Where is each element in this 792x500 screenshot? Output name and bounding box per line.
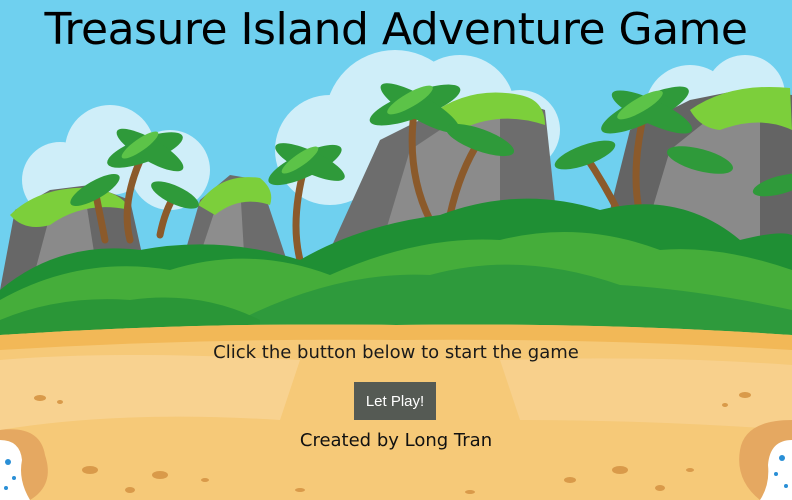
- start-instructions: Click the button below to start the game: [213, 342, 579, 363]
- island-background: [0, 0, 792, 500]
- game-title: Treasure Island Adventure Game: [44, 4, 748, 55]
- play-button[interactable]: Let Play!: [354, 382, 436, 420]
- author-credit: Created by Long Tran: [299, 430, 493, 451]
